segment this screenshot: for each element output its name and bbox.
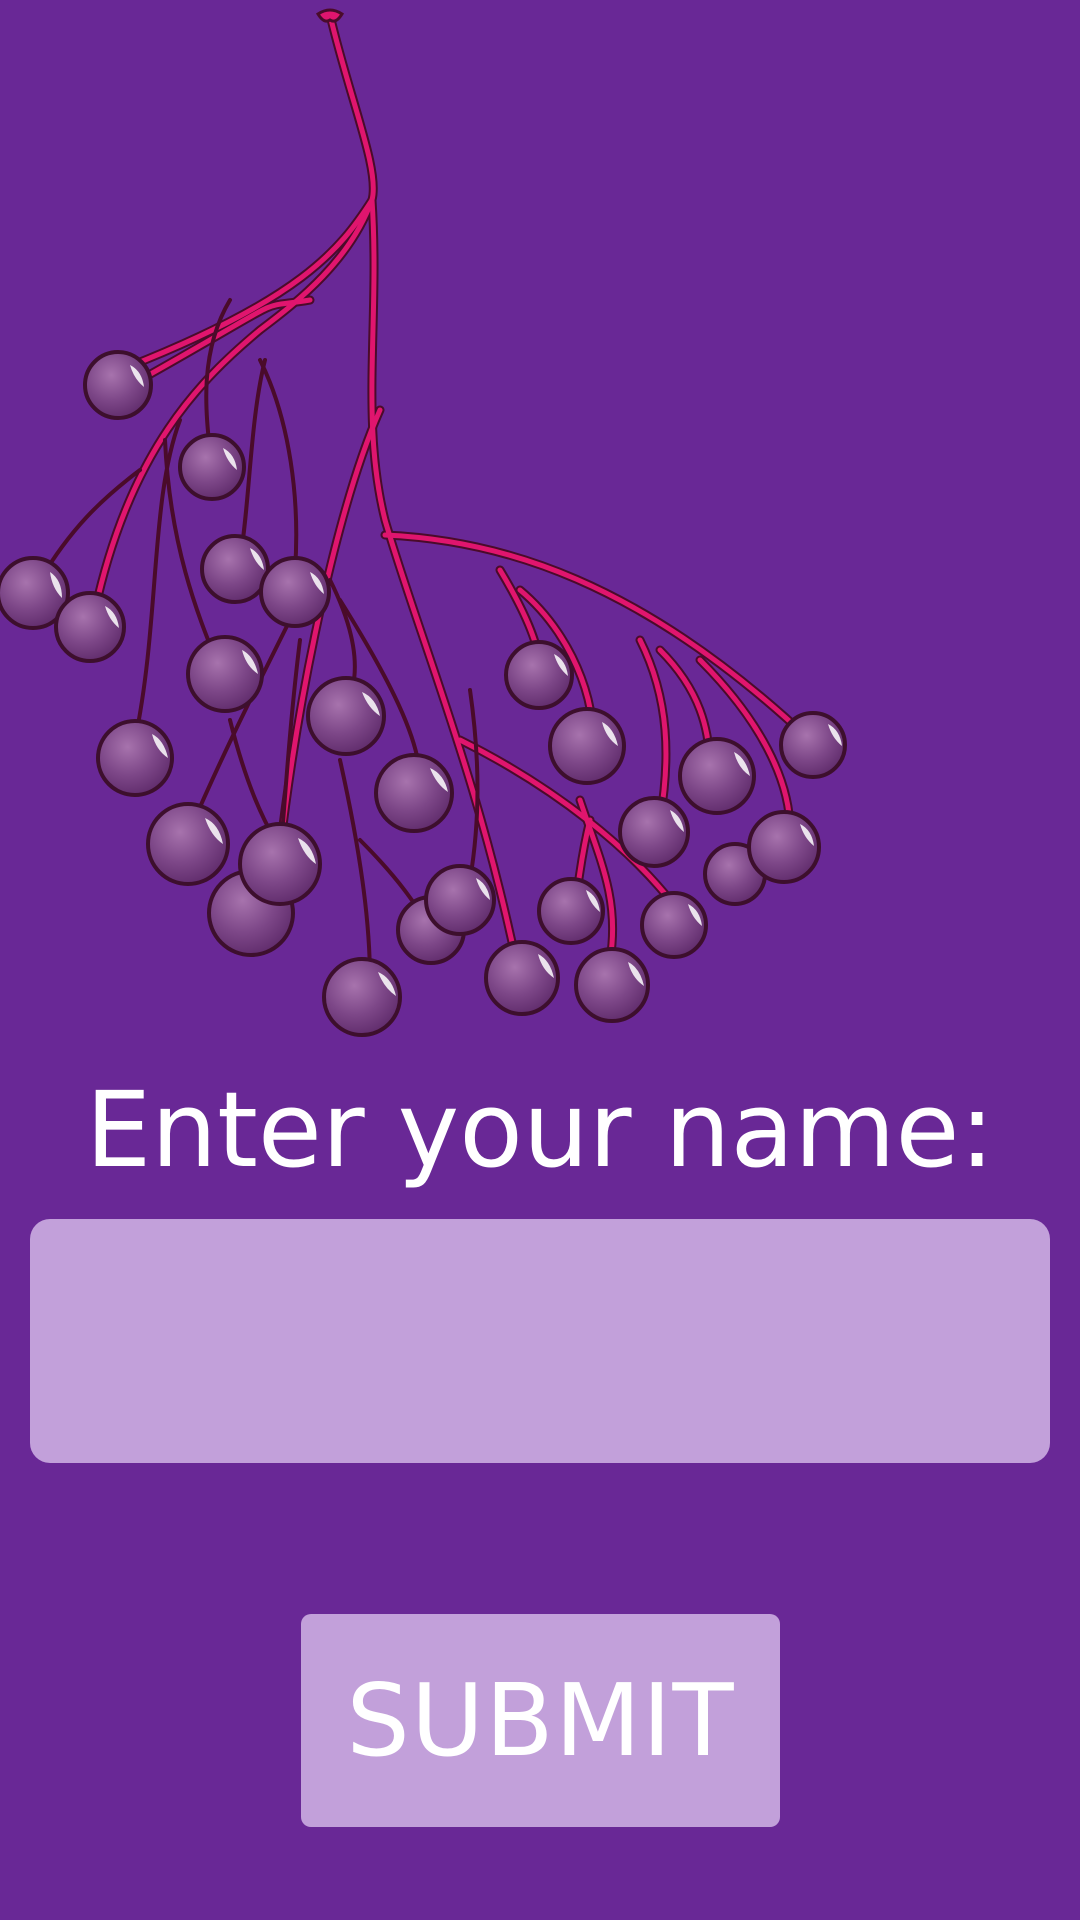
elderberry-branch-illustration [0,8,847,1037]
submit-button[interactable]: SUBMIT [301,1614,780,1827]
branch-tip [315,8,345,23]
name-entry-screen: Enter your name: SUBMIT [0,0,1080,1920]
name-input[interactable] [30,1219,1050,1463]
berry-cluster [0,350,847,1037]
name-prompt-label: Enter your name: [85,1069,995,1191]
